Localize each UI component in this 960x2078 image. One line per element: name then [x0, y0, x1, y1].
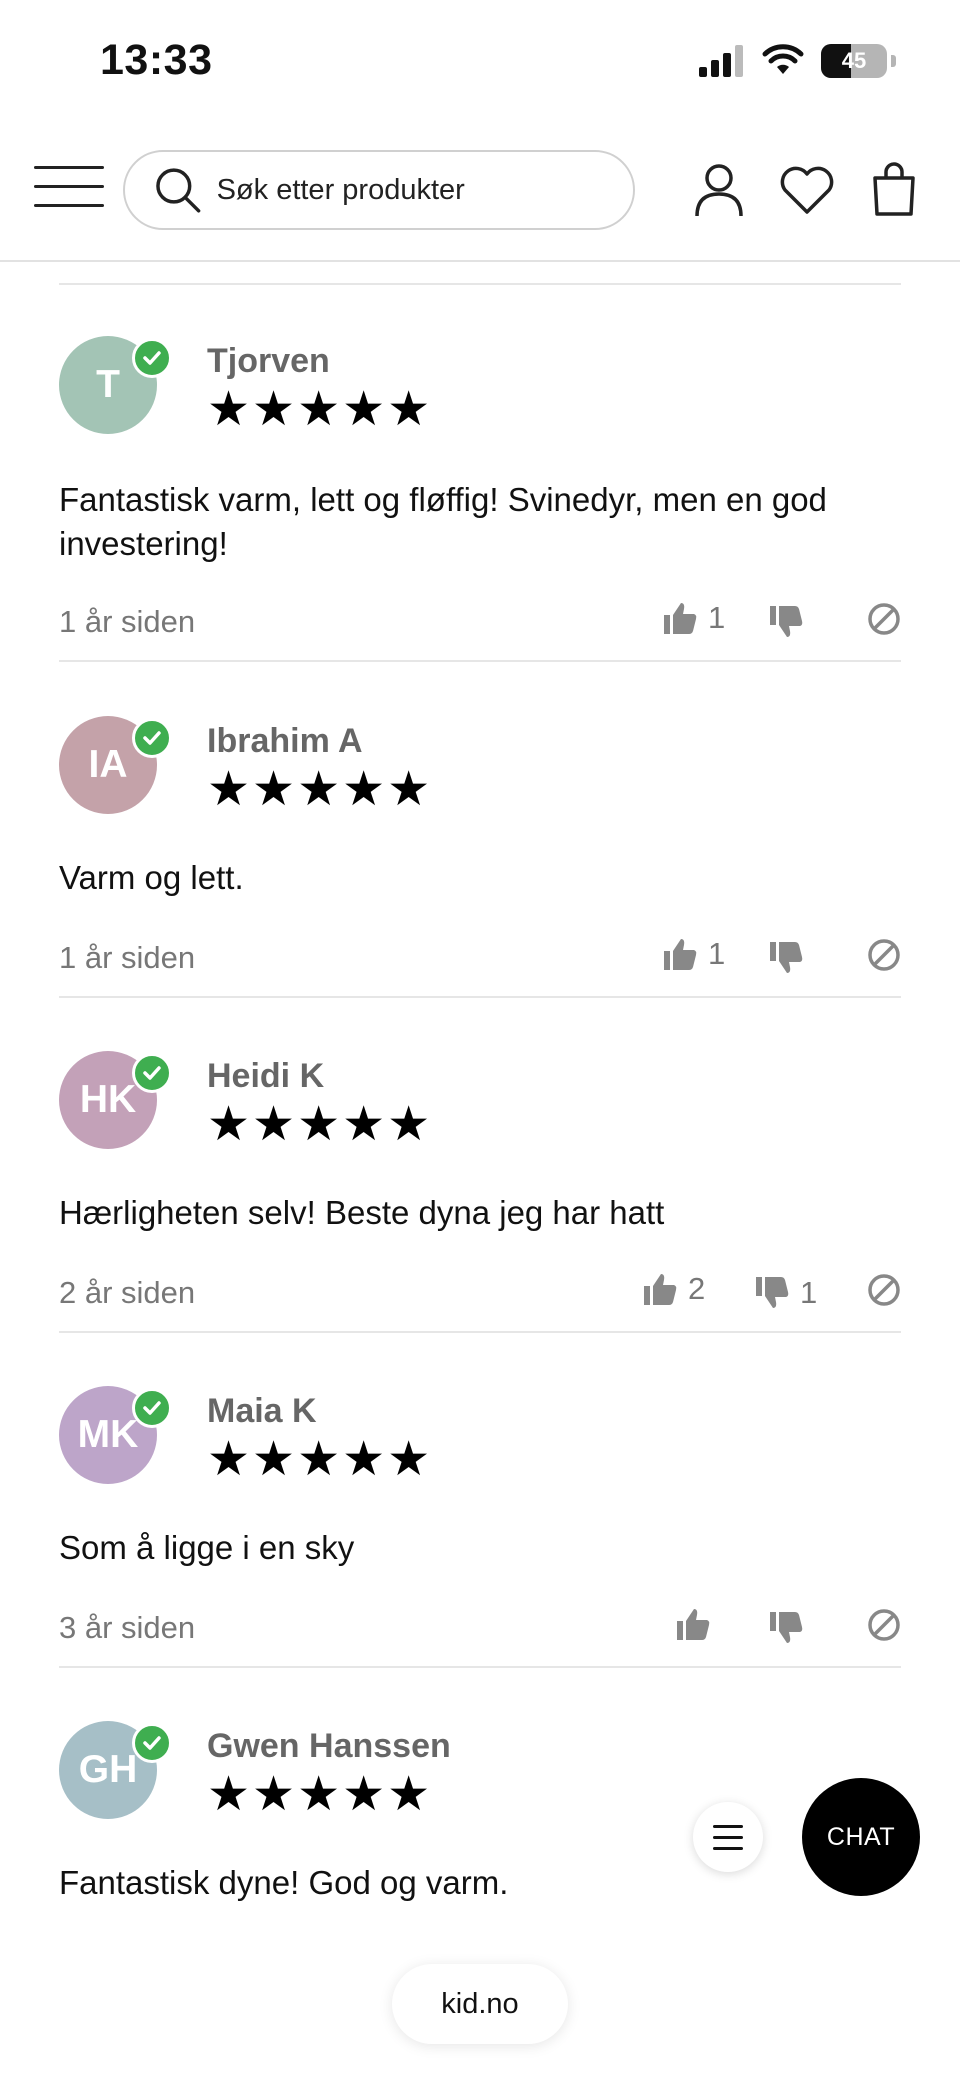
chat-button[interactable]: CHAT — [802, 1778, 920, 1896]
thumbs-down-button[interactable] — [768, 604, 804, 640]
status-time: 13:33 — [100, 36, 213, 84]
floating-menu-button[interactable] — [693, 1802, 763, 1872]
avatar-initials: HK — [79, 1078, 137, 1121]
review-age: 2 år siden — [59, 1275, 196, 1310]
verified-check-icon — [132, 718, 172, 758]
thumbs-down-icon — [770, 1612, 803, 1643]
thumbs-up-count: 1 — [708, 936, 726, 971]
search-input[interactable] — [216, 173, 633, 207]
divider — [59, 660, 901, 662]
report-icon[interactable] — [867, 1273, 901, 1307]
thumbs-down-icon — [756, 1277, 789, 1308]
avatar-initials: T — [96, 363, 120, 406]
search-icon — [156, 168, 201, 213]
star-rating: ★★★★★ — [207, 763, 433, 816]
avatar-initials: GH — [78, 1748, 138, 1791]
thumbs-up-button[interactable] — [675, 1606, 711, 1642]
thumbs-up-button[interactable]: 2 — [642, 1271, 705, 1307]
review-age: 3 år siden — [59, 1610, 196, 1645]
thumbs-up-count: 1 — [708, 600, 726, 635]
report-icon[interactable] — [867, 1608, 901, 1642]
reviewer-name: Heidi K — [207, 1057, 325, 1095]
thumbs-up-count: 2 — [688, 1271, 706, 1306]
status-icons: 45 — [699, 44, 896, 78]
star-rating: ★★★★★ — [207, 1768, 433, 1821]
thumbs-up-icon — [644, 1274, 677, 1305]
reviewer-name: Gwen Hanssen — [207, 1727, 451, 1765]
review-text: Fantastisk dyne! God og varm. — [59, 1864, 509, 1901]
account-icon[interactable] — [694, 162, 744, 218]
report-icon[interactable] — [867, 602, 901, 636]
avatar-initials: IA — [88, 743, 128, 786]
review-age: 1 år siden — [59, 604, 196, 639]
wishlist-heart-icon[interactable] — [778, 166, 836, 216]
search-bar[interactable] — [123, 150, 635, 230]
thumbs-up-button[interactable]: 1 — [662, 936, 725, 972]
divider — [59, 1331, 901, 1333]
divider — [59, 1666, 901, 1668]
review-text: Hærligheten selv! Beste dyna jeg har hat… — [59, 1194, 665, 1231]
review-text: Varm og lett. — [59, 859, 244, 896]
review-age: 1 år siden — [59, 940, 196, 975]
review-meta: 2 år siden 2 1 — [59, 1271, 901, 1315]
cellular-signal-icon — [699, 45, 743, 77]
reviewer-name: Tjorven — [207, 342, 330, 380]
divider — [59, 996, 901, 998]
thumbs-down-button[interactable]: 1 — [754, 1275, 817, 1311]
star-rating: ★★★★★ — [207, 1433, 433, 1486]
wifi-icon — [762, 44, 804, 74]
review-meta: 1 år siden 1 — [59, 936, 901, 980]
app-header — [0, 130, 960, 262]
divider — [59, 283, 901, 285]
reviewer-name: Maia K — [207, 1392, 317, 1430]
thumbs-down-button[interactable] — [768, 1610, 804, 1646]
thumbs-up-button[interactable]: 1 — [662, 600, 725, 636]
battery-icon: 45 — [821, 44, 887, 78]
thumbs-up-icon — [677, 1609, 710, 1640]
browser-url-pill[interactable]: kid.no — [392, 1964, 568, 2044]
reviewer-name: Ibrahim A — [207, 722, 363, 760]
status-bar: 13:33 45 — [0, 0, 960, 130]
avatar-initials: MK — [77, 1413, 139, 1456]
hamburger-menu-icon[interactable] — [34, 166, 104, 216]
review-text: Fantastisk varm, lett og fløffig! Svined… — [59, 481, 827, 562]
report-icon[interactable] — [867, 938, 901, 972]
thumbs-up-icon — [664, 939, 697, 970]
verified-check-icon — [132, 338, 172, 378]
review-meta: 3 år siden — [59, 1606, 901, 1650]
review-meta: 1 år siden 1 — [59, 600, 901, 644]
battery-tip — [891, 55, 896, 67]
thumbs-up-icon — [664, 603, 697, 634]
thumbs-down-count: 1 — [800, 1275, 818, 1310]
verified-check-icon — [132, 1388, 172, 1428]
review-text: Som å ligge i en sky — [59, 1529, 355, 1566]
thumbs-down-button[interactable] — [768, 940, 804, 976]
shopping-bag-icon[interactable] — [870, 160, 918, 218]
star-rating: ★★★★★ — [207, 383, 433, 436]
thumbs-down-icon — [770, 606, 803, 637]
battery-level: 45 — [841, 48, 867, 73]
star-rating: ★★★★★ — [207, 1098, 433, 1151]
verified-check-icon — [132, 1723, 172, 1763]
verified-check-icon — [132, 1053, 172, 1093]
thumbs-down-icon — [770, 942, 803, 973]
